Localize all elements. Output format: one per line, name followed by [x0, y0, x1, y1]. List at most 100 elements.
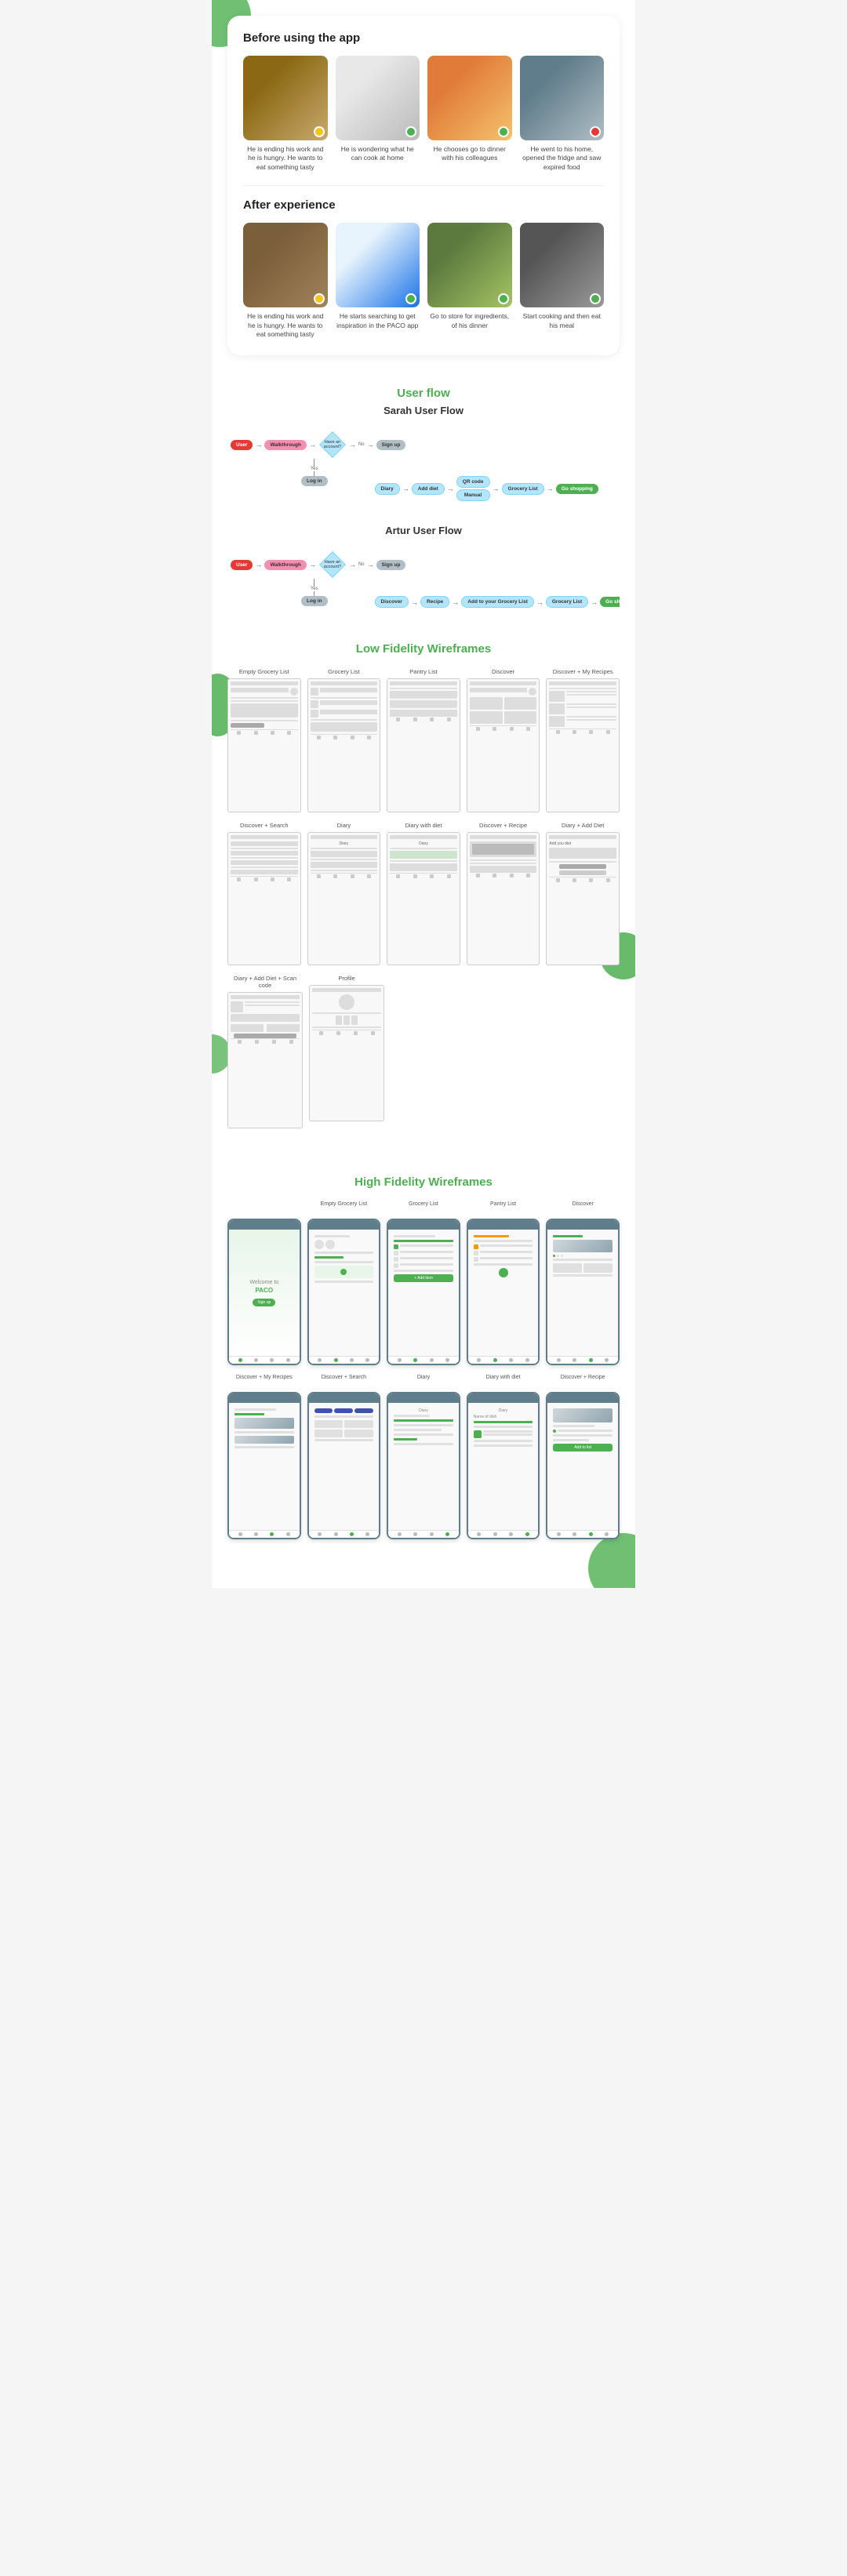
artur-flow-diagram: User → Walkthrough → Have an account? → …: [227, 547, 620, 619]
lf-frame-8: [467, 832, 540, 965]
before-caption-0: He is ending his work and he is hungry. …: [243, 145, 328, 173]
badge-0: [314, 126, 325, 137]
nav-dot-active: [238, 1358, 242, 1362]
lf-item-3: Discover: [467, 668, 540, 812]
after-caption-0: He is ending his work and he is hungry. …: [243, 312, 328, 340]
hf-bottom-nav-0: [229, 1356, 300, 1364]
hf-bottom-nav-4: [547, 1356, 618, 1364]
after-badge-3: [590, 293, 601, 304]
lf-label-11: Profile: [338, 975, 354, 982]
hf-item-4: Discover: [546, 1201, 620, 1365]
userflow-title: User flow: [227, 387, 620, 400]
hf-bottom-nav-6: [309, 1530, 380, 1538]
hf-item-1: Empty Grocery List: [307, 1201, 381, 1365]
sarah-node-add-diet: Add diet: [412, 483, 445, 495]
sarah-node-walkthrough: Walkthrough: [264, 440, 306, 450]
lf-label-4: Discover + My Recipes: [553, 668, 613, 675]
lf-frame-9: Add you diet: [546, 832, 620, 965]
lf-item-5: Discover + Search: [227, 822, 301, 965]
nav-dot-3: [286, 1358, 290, 1362]
hf-label-3: Pantry List: [490, 1201, 516, 1215]
lf-frame-2: [387, 678, 460, 812]
lf-row3: Diary + Add Diet + Scan code Profi: [227, 975, 620, 1129]
sarah-node-shopping: Go shopping: [556, 484, 598, 494]
hf-signup-btn[interactable]: Sign up: [253, 1299, 275, 1306]
lf-row2: Discover + Search: [227, 822, 620, 965]
sarah-node-manual: Manual: [456, 489, 490, 501]
after-caption-3: Start cooking and then eat his meal: [520, 312, 605, 331]
sarah-node-user: User: [231, 440, 253, 450]
before-item-1: He is wondering what he can cook at home: [336, 56, 420, 173]
lf-label-7: Diary with diet: [405, 822, 442, 829]
lf-frame-0: [227, 678, 301, 812]
after-caption-2: Go to store for ingredients, of his dinn…: [427, 312, 512, 331]
hf-item-6: Discover + Search: [307, 1375, 381, 1539]
badge-2: [498, 126, 509, 137]
lf-item-11: Profile: [309, 975, 384, 1129]
hf-bottom-nav-1: [309, 1356, 380, 1364]
lf-item-4: Discover + My Recipes: [546, 668, 620, 812]
hf-bottom-nav-7: [388, 1530, 459, 1538]
sarah-node-signup: Sign up: [376, 440, 406, 450]
hf-row2: Discover + My Recipes: [227, 1375, 620, 1539]
hf-phone-4: [546, 1219, 620, 1365]
after-item-0: He is ending his work and he is hungry. …: [243, 223, 328, 340]
hf-title: High Fidelity Wireframes: [227, 1175, 620, 1189]
lf-frame-4: [546, 678, 620, 812]
after-caption-1: He starts searching to get inspiration i…: [336, 312, 420, 331]
hf-bottom-nav-2: [388, 1356, 459, 1364]
after-grid: He is ending his work and he is hungry. …: [243, 223, 604, 340]
after-badge-1: [405, 293, 416, 304]
lf-item-9: Diary + Add Diet Add you diet: [546, 822, 620, 965]
lf-row1: Empty Grocery List: [227, 668, 620, 812]
hf-bottom-nav-8: [468, 1530, 539, 1538]
lf-label-3: Discover: [492, 668, 514, 675]
lf-frame-3: [467, 678, 540, 812]
after-item-2: Go to store for ingredients, of his dinn…: [427, 223, 512, 340]
hf-item-7: Diary Diary: [387, 1375, 460, 1539]
lf-item-7: Diary with diet Diary: [387, 822, 460, 965]
hf-phone-0: Welcome to PACO Sign up: [227, 1219, 301, 1365]
after-badge-0: [314, 293, 325, 304]
paco-logo: PACO: [256, 1287, 274, 1294]
hf-label-5: Discover + My Recipes: [236, 1375, 293, 1389]
artur-node-walkthrough: Walkthrough: [264, 560, 306, 570]
hf-item-9: Discover + Recipe: [546, 1375, 620, 1539]
before-caption-3: He went to his home, opened the fridge a…: [520, 145, 605, 173]
badge-1: [405, 126, 416, 137]
artur-node-have-account: Have an account?: [318, 555, 347, 574]
sarah-flow-title: Sarah User Flow: [227, 405, 620, 416]
sarah-node-qr: QR code: [456, 476, 490, 488]
lf-frame-6: Diary: [307, 832, 381, 965]
hf-phone-5: [227, 1392, 301, 1539]
hf-row1: Welcome to PACO Sign up: [227, 1201, 620, 1365]
before-caption-2: He chooses go to dinner with his colleag…: [427, 145, 512, 164]
artur-no-label: No: [358, 562, 365, 567]
sarah-no-label: No: [358, 442, 365, 447]
lf-label-0: Empty Grocery List: [239, 668, 289, 675]
before-caption-1: He is wondering what he can cook at home: [336, 145, 420, 164]
lf-label-1: Grocery List: [328, 668, 359, 675]
arrow-3: →: [349, 441, 356, 449]
hf-phone-3: [467, 1219, 540, 1365]
lf-label-2: Pantry List: [409, 668, 437, 675]
sarah-node-login: Log in: [301, 476, 328, 486]
before-grid: He is ending his work and he is hungry. …: [243, 56, 604, 173]
lf-frame-7: Diary: [387, 832, 460, 965]
artur-node-discover: Discover: [375, 596, 409, 608]
sarah-node-diary: Diary: [375, 483, 400, 495]
lf-item-0: Empty Grocery List: [227, 668, 301, 812]
userflow-section: User flow Sarah User Flow User → Walkthr…: [212, 371, 635, 627]
lf-label-8: Discover + Recipe: [479, 822, 527, 829]
before-item-0: He is ending his work and he is hungry. …: [243, 56, 328, 173]
lf-label-6: Diary: [337, 822, 351, 829]
hf-label-6: Discover + Search: [322, 1375, 366, 1389]
lf-item-8: Discover + Recipe: [467, 822, 540, 965]
before-item-3: He went to his home, opened the fridge a…: [520, 56, 605, 173]
sarah-node-grocery: Grocery List: [502, 483, 544, 495]
lf-label-10: Diary + Add Diet + Scan code: [227, 975, 303, 989]
lf-frame-10: [227, 992, 303, 1129]
hf-bottom-nav-9: [547, 1530, 618, 1538]
arrow-1: →: [255, 441, 262, 449]
hf-item-5: Discover + My Recipes: [227, 1375, 301, 1539]
